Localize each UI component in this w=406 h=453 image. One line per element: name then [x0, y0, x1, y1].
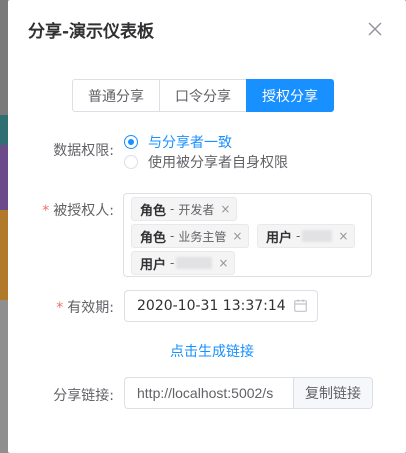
tab-authorized-share[interactable]: 授权分享 — [246, 79, 334, 112]
backdrop-strip-orange — [0, 210, 8, 300]
generate-link-button[interactable]: 点击生成链接 — [170, 341, 254, 361]
tag-value: 业务主管 — [178, 229, 227, 244]
tag-sep: - — [296, 229, 301, 243]
grantee-tag: 用户 - × — [257, 224, 356, 248]
redacted-name — [302, 230, 333, 242]
radio-own-permission[interactable]: 使用被分享者自身权限 — [124, 152, 288, 172]
share-link-group: http://localhost:5002/s 复制链接 — [124, 377, 373, 409]
grantee-tag: 角色 - 业务主管 × — [131, 224, 250, 248]
radio-own-permission-label: 使用被分享者自身权限 — [148, 155, 288, 171]
tag-sep: - — [170, 229, 175, 243]
required-mark: * — [56, 300, 64, 316]
tag-type: 角色 — [140, 203, 167, 219]
tag-close-icon[interactable]: × — [218, 256, 228, 270]
tag-sep: - — [170, 202, 175, 216]
tag-type: 用户 — [140, 257, 167, 273]
expiry-label-text: 有效期: — [67, 300, 114, 316]
backdrop-strip-purple — [0, 145, 8, 210]
backdrop-strip-teal — [0, 115, 8, 145]
dialog-title: 分享-演示仪表板 — [28, 22, 155, 42]
tag-close-icon[interactable]: × — [338, 229, 348, 243]
share-link-input[interactable]: http://localhost:5002/s — [124, 377, 293, 409]
backdrop-strip-grey — [0, 300, 8, 453]
tab-password-share[interactable]: 口令分享 — [159, 79, 247, 112]
tag-sep: - — [170, 256, 175, 270]
radio-checked-icon — [124, 135, 138, 149]
tag-type: 用户 — [266, 230, 293, 246]
grantees-label-text: 被授权人: — [53, 203, 114, 219]
grantee-tag: 用户 - × — [131, 251, 236, 275]
share-type-tabs: 普通分享 口令分享 授权分享 — [72, 79, 334, 112]
close-icon[interactable] — [364, 18, 386, 40]
required-mark: * — [42, 203, 50, 219]
tag-type: 角色 — [140, 230, 167, 246]
backdrop-strip-dark — [0, 0, 8, 115]
tag-value: 开发者 — [178, 202, 215, 217]
tag-close-icon[interactable]: × — [232, 229, 242, 243]
tab-normal-share[interactable]: 普通分享 — [72, 79, 160, 112]
radio-same-as-sharer[interactable]: 与分享者一致 — [124, 132, 232, 152]
permission-label: 数据权限: — [53, 143, 114, 159]
radio-unchecked-icon — [124, 155, 138, 169]
redacted-name — [176, 257, 213, 269]
tag-close-icon[interactable]: × — [220, 202, 230, 216]
share-link-label: 分享链接: — [53, 388, 114, 404]
expiry-label: * 有效期: — [56, 297, 114, 317]
grantees-label: * 被授权人: — [42, 200, 114, 220]
share-dialog: 分享-演示仪表板 普通分享 口令分享 授权分享 数据权限: 与分享者一致 使用被… — [8, 0, 406, 453]
calendar-icon — [294, 299, 307, 316]
radio-same-as-sharer-label: 与分享者一致 — [148, 135, 232, 151]
expiry-date-value: 2020-10-31 13:37:14 — [137, 298, 286, 314]
grantees-select[interactable]: 角色 - 开发者 × 角色 - 业务主管 × 用户 - × 用户 - × — [123, 193, 372, 277]
copy-link-button[interactable]: 复制链接 — [293, 377, 373, 409]
expiry-date-input[interactable]: 2020-10-31 13:37:14 — [124, 290, 318, 322]
grantee-tag: 角色 - 开发者 × — [131, 197, 238, 221]
dialog-header: 分享-演示仪表板 — [8, 0, 406, 58]
